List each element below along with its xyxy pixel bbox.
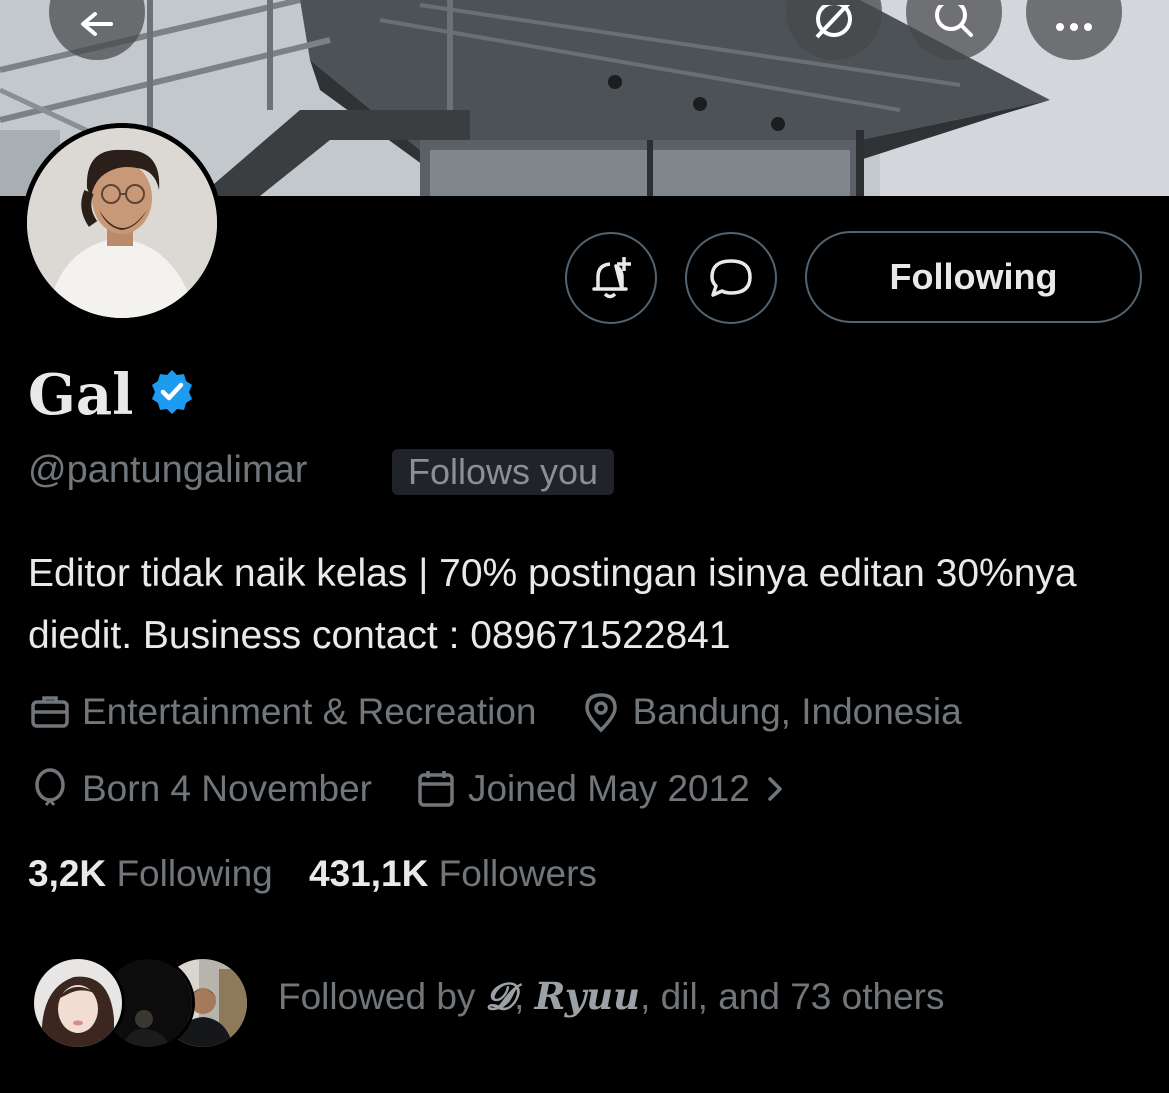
- joined-item[interactable]: Joined May 2012: [414, 767, 800, 811]
- followed-by-name-1: 𝓓: [485, 974, 515, 1018]
- following-button[interactable]: Following: [805, 231, 1142, 323]
- location-item: Bandung, Indonesia: [579, 690, 962, 734]
- chevron-right-icon: [768, 777, 782, 801]
- calendar-icon: [418, 771, 454, 807]
- profile-bio: Editor tidak naik kelas | 70% postingan …: [28, 552, 1077, 657]
- display-name: Gal: [28, 362, 134, 428]
- joined-label: Joined May 2012: [467, 768, 750, 809]
- followed-by-rest: dil, and 73 others: [660, 976, 945, 1017]
- following-count: 3,2K: [28, 853, 107, 894]
- birthday-label: Born 4 November: [82, 768, 372, 809]
- followed-by-name-2: Ryuu: [534, 974, 641, 1018]
- more-icon: [1056, 23, 1092, 31]
- profile-avatar[interactable]: [22, 123, 222, 323]
- username-handle: @pantungalimar: [28, 449, 308, 491]
- birthday-item: Born 4 November: [28, 767, 372, 811]
- notifications-button[interactable]: [565, 232, 657, 324]
- grok-icon: [815, 5, 852, 39]
- category-item: Entertainment & Recreation: [28, 690, 537, 734]
- category-label: Entertainment & Recreation: [82, 691, 537, 732]
- followed-by-prefix: Followed by: [278, 976, 476, 1017]
- balloon-icon: [35, 768, 65, 806]
- following-stat[interactable]: 3,2K Following: [28, 853, 273, 894]
- following-stat-label: Following: [116, 853, 273, 894]
- follow-stats: 3,2K Following 431,1K Followers: [28, 851, 597, 897]
- avatar-image: [27, 128, 217, 318]
- message-icon: [710, 259, 752, 297]
- followed-by-text[interactable]: Followed by 𝓓, Ryuu, dil, and 73 others: [278, 973, 945, 1020]
- follows-you-badge: Follows you: [392, 449, 615, 495]
- location-pin-icon: [584, 693, 617, 733]
- search-icon: [935, 5, 973, 37]
- message-button[interactable]: [685, 232, 777, 324]
- verified-badge-icon[interactable]: [148, 368, 196, 416]
- bell-plus-icon: [592, 257, 631, 299]
- followers-count: 431,1K: [309, 853, 429, 894]
- briefcase-icon: [31, 696, 69, 728]
- profile-meta-row-2: Born 4 November Joined May 2012: [28, 767, 800, 811]
- profile-meta-row-1: Entertainment & Recreation Bandung, Indo…: [28, 690, 962, 734]
- back-arrow-icon: [81, 12, 113, 36]
- followers-stat[interactable]: 431,1K Followers: [309, 853, 597, 894]
- location-label: Bandung, Indonesia: [632, 691, 962, 732]
- followers-stat-label: Followers: [438, 853, 597, 894]
- mutual-avatar-1[interactable]: [31, 956, 125, 1050]
